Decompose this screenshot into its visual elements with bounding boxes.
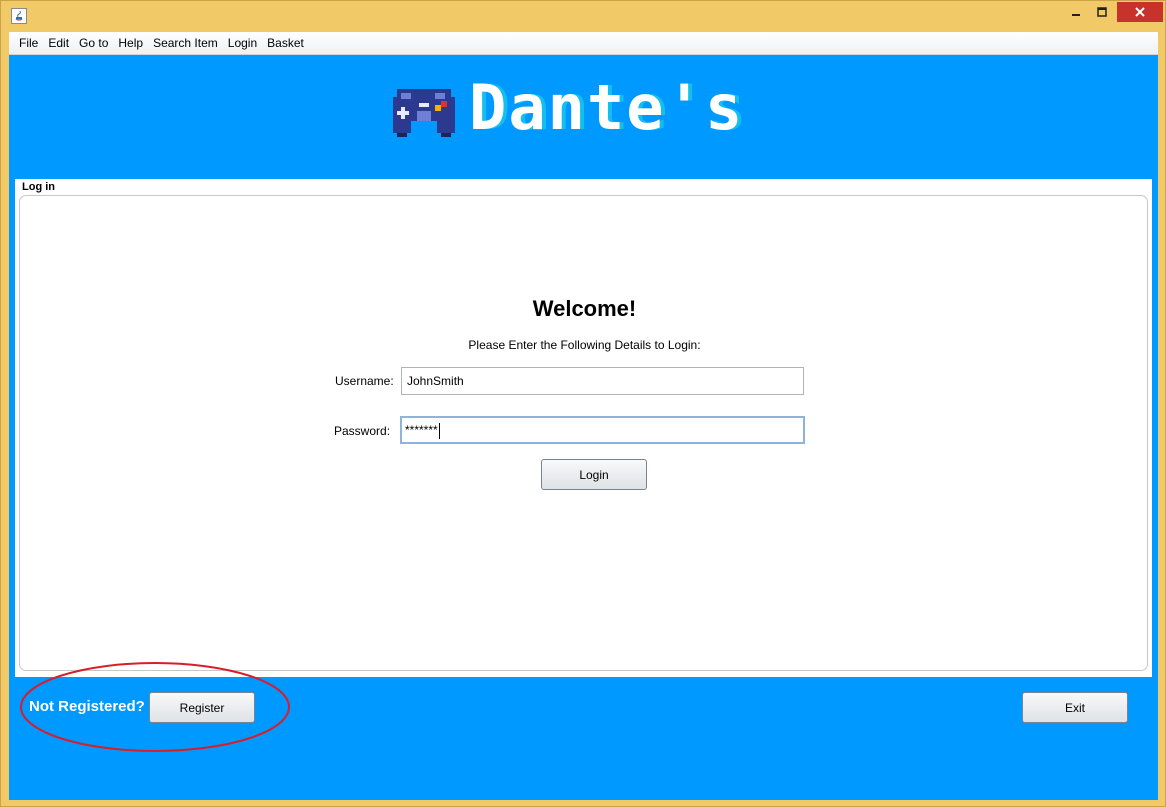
username-label: Username: (335, 374, 394, 388)
password-input[interactable]: ******* (400, 416, 805, 444)
gamepad-icon (393, 89, 455, 137)
menu-login[interactable]: Login (224, 33, 261, 53)
menu-go-to[interactable]: Go to (75, 33, 112, 53)
app-window: File Edit Go to Help Search Item Login B… (0, 0, 1166, 807)
maximize-button[interactable] (1089, 2, 1115, 22)
username-input[interactable]: JohnSmith (401, 367, 804, 395)
login-button[interactable]: Login (541, 459, 647, 490)
dantes-logo: Dante's (391, 77, 742, 141)
login-panel: Log in Welcome! Please Enter the Followi… (15, 179, 1152, 677)
main-content: Dante's Log in Welcome! Please Enter the… (9, 55, 1158, 800)
java-app-icon (11, 8, 27, 24)
menu-help[interactable]: Help (114, 33, 147, 53)
register-button[interactable]: Register (149, 692, 255, 723)
footer-bar: Not Registered? Register Exit (9, 677, 1158, 800)
maximize-icon (1097, 7, 1107, 17)
minimize-button[interactable] (1063, 2, 1089, 22)
exit-button[interactable]: Exit (1022, 692, 1128, 723)
menu-search-item[interactable]: Search Item (149, 33, 222, 53)
menu-edit[interactable]: Edit (44, 33, 73, 53)
password-value: ******* (405, 423, 438, 437)
menu-file[interactable]: File (15, 33, 42, 53)
panel-title: Log in (22, 181, 55, 193)
text-caret (438, 422, 440, 439)
close-icon (1135, 7, 1145, 17)
password-label: Password: (334, 424, 391, 438)
menu-bar: File Edit Go to Help Search Item Login B… (9, 32, 1158, 55)
menu-basket[interactable]: Basket (263, 33, 308, 53)
login-instruction: Please Enter the Following Details to Lo… (468, 338, 701, 352)
welcome-heading: Welcome! (532, 296, 637, 321)
close-button[interactable] (1117, 2, 1163, 22)
logo-title: Dante's (469, 71, 745, 144)
minimize-icon (1072, 14, 1080, 16)
login-form-container: Welcome! Please Enter the Following Deta… (19, 195, 1148, 671)
not-registered-label: Not Registered? (29, 698, 145, 715)
title-bar[interactable] (1, 1, 1165, 31)
